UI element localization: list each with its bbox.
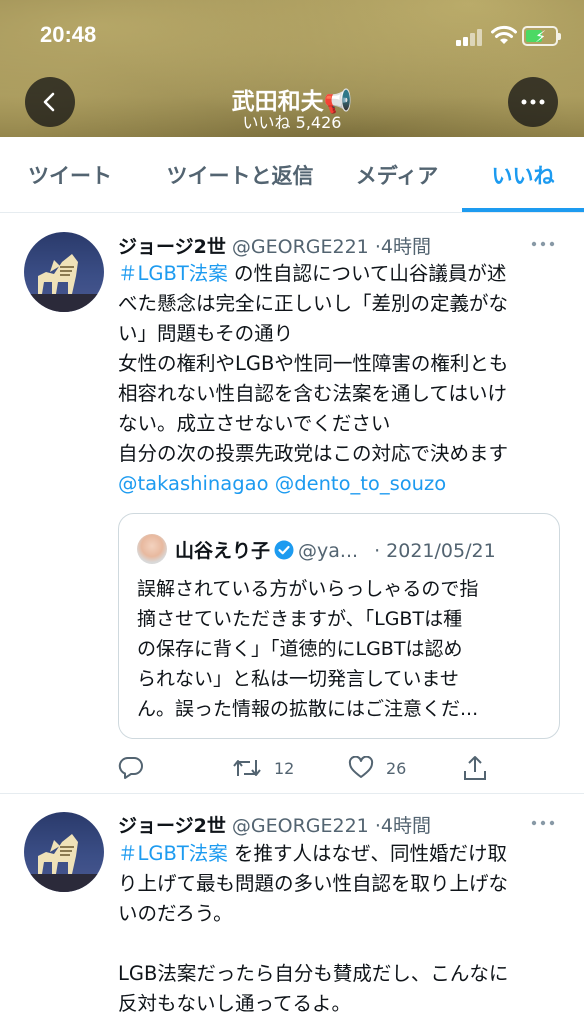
quoted-date: · 2021/05/21 [374,540,496,562]
tab-likes[interactable]: いいね [462,137,584,213]
tweet-text-line: 反対もないし通ってるよ。 [118,992,352,1015]
active-tab-indicator [462,208,584,212]
heart-icon [348,756,374,778]
profile-tabs: ツイート ツイートと返信 メディア いいね [0,137,584,213]
tweet-more-icon[interactable] [530,240,556,248]
tweet-card[interactable]: ジョージ2世 @GEORGE221 ·4時間 ＃LGBT法案 の性自認について山… [0,213,584,794]
tweet-text: ＃LGBT法案 を推す人はなぜ、同性婚だけ取 [118,842,507,865]
quoted-text: 誤解されている方がいらっしゃるので指 摘させていただきますが、「LGBTは種 の… [137,578,479,720]
quoted-meta: 山谷えり子 @ya... · 2021/05/21 [175,536,496,563]
tweet-more-icon[interactable] [530,819,556,827]
tweet-card[interactable]: ジョージ2世 @GEORGE221 ·4時間 ＃LGBT法案 を推す人はなぜ、同… [0,795,584,1023]
tweet-text: ＃LGBT法案 の性自認について山谷議員が述 [118,262,507,285]
battery-icon: ⚡ [522,26,561,46]
tweet-text-line: 相容れない性自認を含む法案を通してはいけ [118,382,508,405]
status-bar: 20:48 ⚡ [0,0,584,70]
tweet-author-name[interactable]: ジョージ2世 [118,815,226,837]
reply-button[interactable] [118,753,156,783]
hashtag-link[interactable]: ＃LGBT法案 [118,842,228,865]
quoted-author-handle: @ya... [298,540,359,562]
tweet-text-line: LGB法案だったら自分も賛成だし、こんなに [118,962,509,985]
quoted-tweet[interactable]: 山谷えり子 @ya... · 2021/05/21 誤解されている方がいらっしゃる… [118,513,560,739]
tweet-text-line: 女性の権利やLGBや性同一性障害の権利とも [118,352,509,375]
tweet-text-line: いのだろう。 [118,902,233,925]
tweet-text-line: り上げて最も問題の多い性自認を取り上げな [118,872,509,895]
tweet-actions: 12 26 [118,753,564,783]
tab-tweets[interactable]: ツイート [0,137,140,213]
share-button[interactable] [463,753,499,783]
like-button[interactable]: 26 [348,753,406,783]
tweet-author-handle[interactable]: @GEORGE221 [232,815,369,837]
tweet-text-line: ない。成立させないでください [118,412,391,435]
tab-media[interactable]: メディア [338,137,456,213]
wifi-icon [491,25,517,44]
retweet-icon [233,760,261,776]
tab-tweets-and-replies[interactable]: ツイートと返信 [150,137,330,213]
retweet-button[interactable]: 12 [232,753,294,783]
more-options-button[interactable] [508,77,558,127]
tweet-author-name[interactable]: ジョージ2世 [118,236,226,258]
avatar[interactable] [24,232,104,312]
tweet-text-line: 自分の次の投票先政党はこの対応で決めます [118,442,509,465]
status-time: 20:48 [40,22,97,47]
more-dots-icon [521,99,545,105]
quoted-author-name: 山谷えり子 [175,540,271,562]
verified-badge-icon [274,540,294,560]
mention-links[interactable]: @takashinagao @dento_to_souzo [118,469,564,499]
avatar[interactable] [24,812,104,892]
profile-header: 20:48 ⚡ 武田和夫📢 いいね 5,426 [0,0,584,137]
hashtag-link[interactable]: ＃LGBT法案 [118,262,228,285]
tweet-meta: ジョージ2世 @GEORGE221 ·4時間 [118,811,431,838]
cellular-signal-icon [456,28,484,46]
profile-likes-count: いいね 5,426 [242,113,342,132]
tweet-time: ·4時間 [374,815,431,837]
tweet-text-line: い」問題もその通り [118,322,294,345]
retweet-count: 12 [274,758,295,778]
quoted-avatar [137,534,167,564]
like-count: 26 [386,758,407,778]
tweet-meta: ジョージ2世 @GEORGE221 ·4時間 [118,232,431,259]
reply-icon [118,756,143,779]
share-icon [464,756,486,780]
tweet-time: ·4時間 [374,236,431,258]
tweet-author-handle[interactable]: @GEORGE221 [232,236,369,258]
tweet-text-line: べた懸念は完全に正しいし「差別の定義がな [118,292,509,315]
